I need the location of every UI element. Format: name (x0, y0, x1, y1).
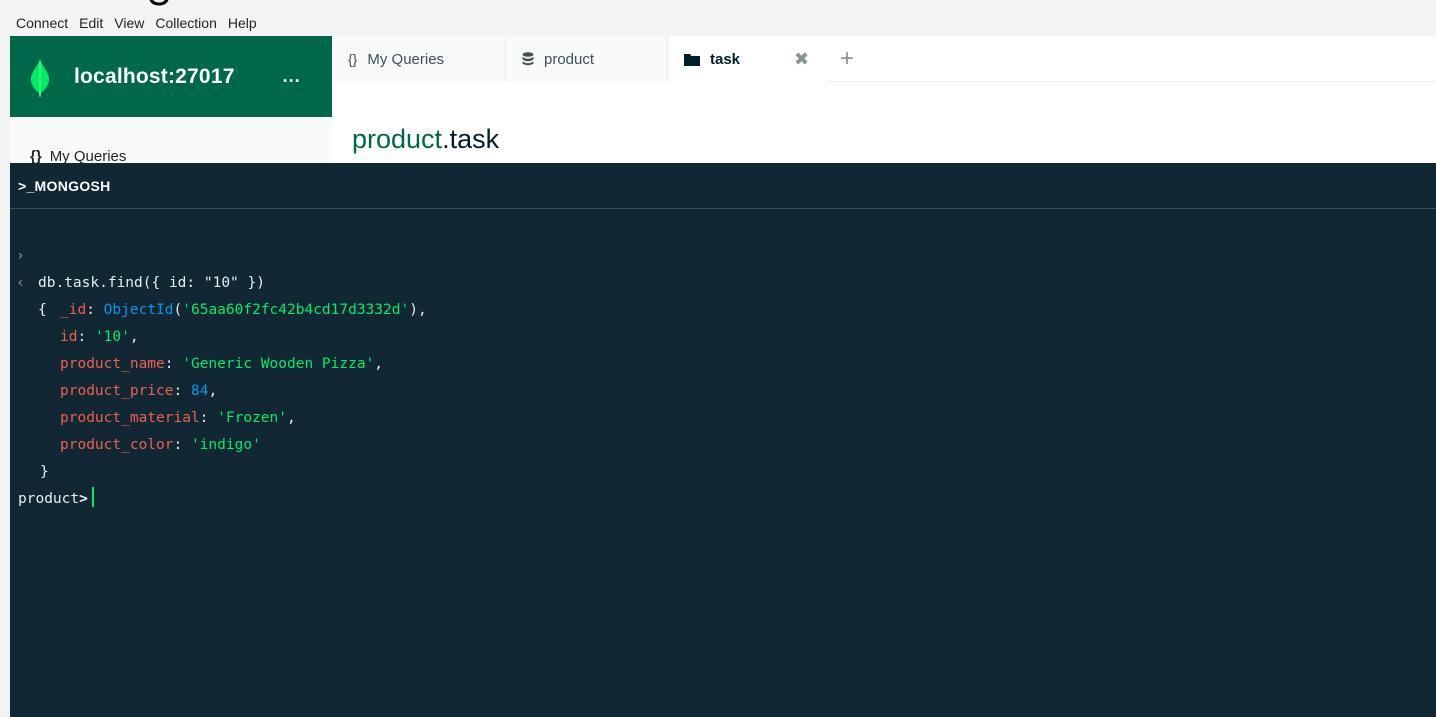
tab-label: product (544, 50, 595, 68)
shell-input-line: › db.task.find({ id: "10" }) (10, 216, 1436, 291)
brace-close-line: } (10, 432, 1436, 480)
prompt-caret-icon: > (79, 491, 88, 507)
menu-edit[interactable]: Edit (79, 15, 103, 31)
menu-view[interactable]: View (114, 15, 144, 31)
result-field-product-name: product_name: 'Generic Wooden Pizza', (60, 356, 384, 372)
clipped-glyph-fragment (148, 0, 170, 8)
mongodb-leaf-icon (31, 56, 49, 97)
result-field-product-material: product_material: 'Frozen', (60, 410, 296, 426)
result-field-id: _id: ObjectId('65aa60f2fc42b4cd17d3332d'… (60, 302, 427, 318)
curly-braces-icon: {} (348, 51, 358, 67)
database-icon (522, 52, 534, 66)
text-cursor (91, 487, 94, 507)
sidebar-item-label: My Queries (49, 148, 127, 163)
connection-header[interactable]: localhost:27017 ... (10, 36, 332, 117)
menu-connect[interactable]: Connect (16, 15, 68, 31)
menu-bar: Connect Edit View Collection Help (10, 10, 1436, 36)
shell-output-line: ‹ { (10, 243, 1436, 318)
namespace-collection: .task (442, 124, 500, 154)
window-top-strip (0, 0, 1436, 10)
tab-label: My Queries (367, 50, 445, 68)
shell-prompt: product (18, 491, 80, 507)
menu-collection[interactable]: Collection (155, 15, 216, 31)
add-tab-icon[interactable]: + (840, 45, 854, 73)
curly-braces-icon: {} (30, 148, 42, 163)
connection-host: localhost:27017 (74, 64, 235, 88)
result-field-product-color: product_color: 'indigo' (60, 437, 261, 453)
shell-output: › db.task.find({ id: "10" }) ‹ { _id: Ob… (10, 209, 1436, 507)
tab-label: task (710, 50, 741, 68)
window-left-gutter (0, 0, 10, 717)
result-field-product-price: product_price: 84, (60, 383, 218, 399)
tab-product[interactable]: product (506, 36, 668, 82)
mongosh-shell: >_MONGOSH › db.task.find({ id: "10" }) ‹… (10, 163, 1436, 717)
folder-icon (684, 53, 700, 66)
namespace-title: product.task (352, 124, 499, 155)
shell-header[interactable]: >_MONGOSH (10, 163, 1436, 209)
menu-help[interactable]: Help (228, 15, 257, 31)
close-tab-icon[interactable]: ✖ (794, 49, 809, 70)
connection-more-options-icon[interactable]: ... (283, 66, 301, 87)
workspace-tab-bar: {} My Queries product task ✖ + (332, 36, 1436, 82)
shell-prompt-line[interactable]: product> (10, 459, 1436, 507)
sidebar-item-my-queries[interactable]: {} My Queries (30, 148, 126, 163)
result-field-id-string: id: '10', (60, 329, 139, 345)
tab-my-queries[interactable]: {} My Queries (332, 36, 506, 82)
sidebar: {} My Queries (10, 117, 332, 163)
namespace-db: product (352, 124, 443, 154)
